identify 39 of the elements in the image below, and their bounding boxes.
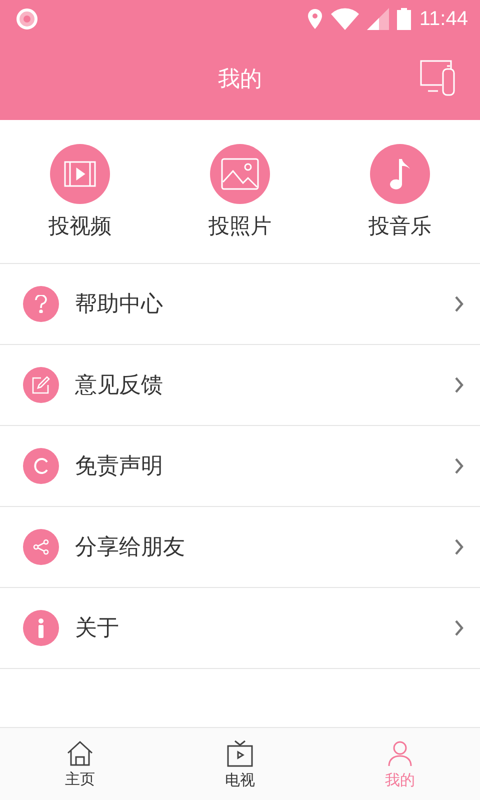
chevron-icon <box>454 539 464 555</box>
menu-item[interactable]: 关于 <box>0 588 480 669</box>
home-icon <box>66 740 94 766</box>
menu-item[interactable]: 意见反馈 <box>0 345 480 426</box>
action-label: 投视频 <box>48 213 112 240</box>
video-icon <box>64 161 96 187</box>
action-label: 投照片 <box>208 213 272 240</box>
image-icon <box>221 158 259 190</box>
person-icon <box>386 738 414 766</box>
letter-c-icon <box>33 457 49 475</box>
question-icon <box>35 295 47 313</box>
chevron-icon <box>454 377 464 393</box>
chevron-icon <box>454 458 464 474</box>
menu-label: 关于 <box>75 615 120 643</box>
menu-label: 分享给朋友 <box>75 534 186 562</box>
music-note-icon <box>387 157 413 191</box>
wifi-icon <box>331 8 360 30</box>
info-icon <box>38 618 44 638</box>
edit-icon <box>32 376 50 394</box>
status-time: 11:44 <box>419 8 468 30</box>
menu-item[interactable]: 免责声明 <box>0 426 480 507</box>
tv-icon <box>226 738 254 766</box>
menu-label: 免责声明 <box>75 453 164 481</box>
nav-tab[interactable]: 主页 <box>0 728 160 800</box>
menu-item[interactable]: 分享给朋友 <box>0 507 480 588</box>
screen-cast-icon[interactable] <box>420 60 456 96</box>
menu-label: 意见反馈 <box>75 372 164 400</box>
share-icon <box>33 539 49 555</box>
notification-icon <box>16 8 38 30</box>
menu-item[interactable]: 帮助中心 <box>0 264 480 345</box>
battery-icon <box>397 8 412 30</box>
menu-label: 帮助中心 <box>75 291 164 319</box>
action-label: 投音乐 <box>368 213 432 240</box>
nav-tab[interactable]: 电视 <box>160 728 320 800</box>
chevron-icon <box>454 620 464 636</box>
signal-icon <box>367 8 390 30</box>
page-title: 我的 <box>218 66 262 94</box>
chevron-icon <box>454 296 464 312</box>
location-icon <box>307 8 324 30</box>
